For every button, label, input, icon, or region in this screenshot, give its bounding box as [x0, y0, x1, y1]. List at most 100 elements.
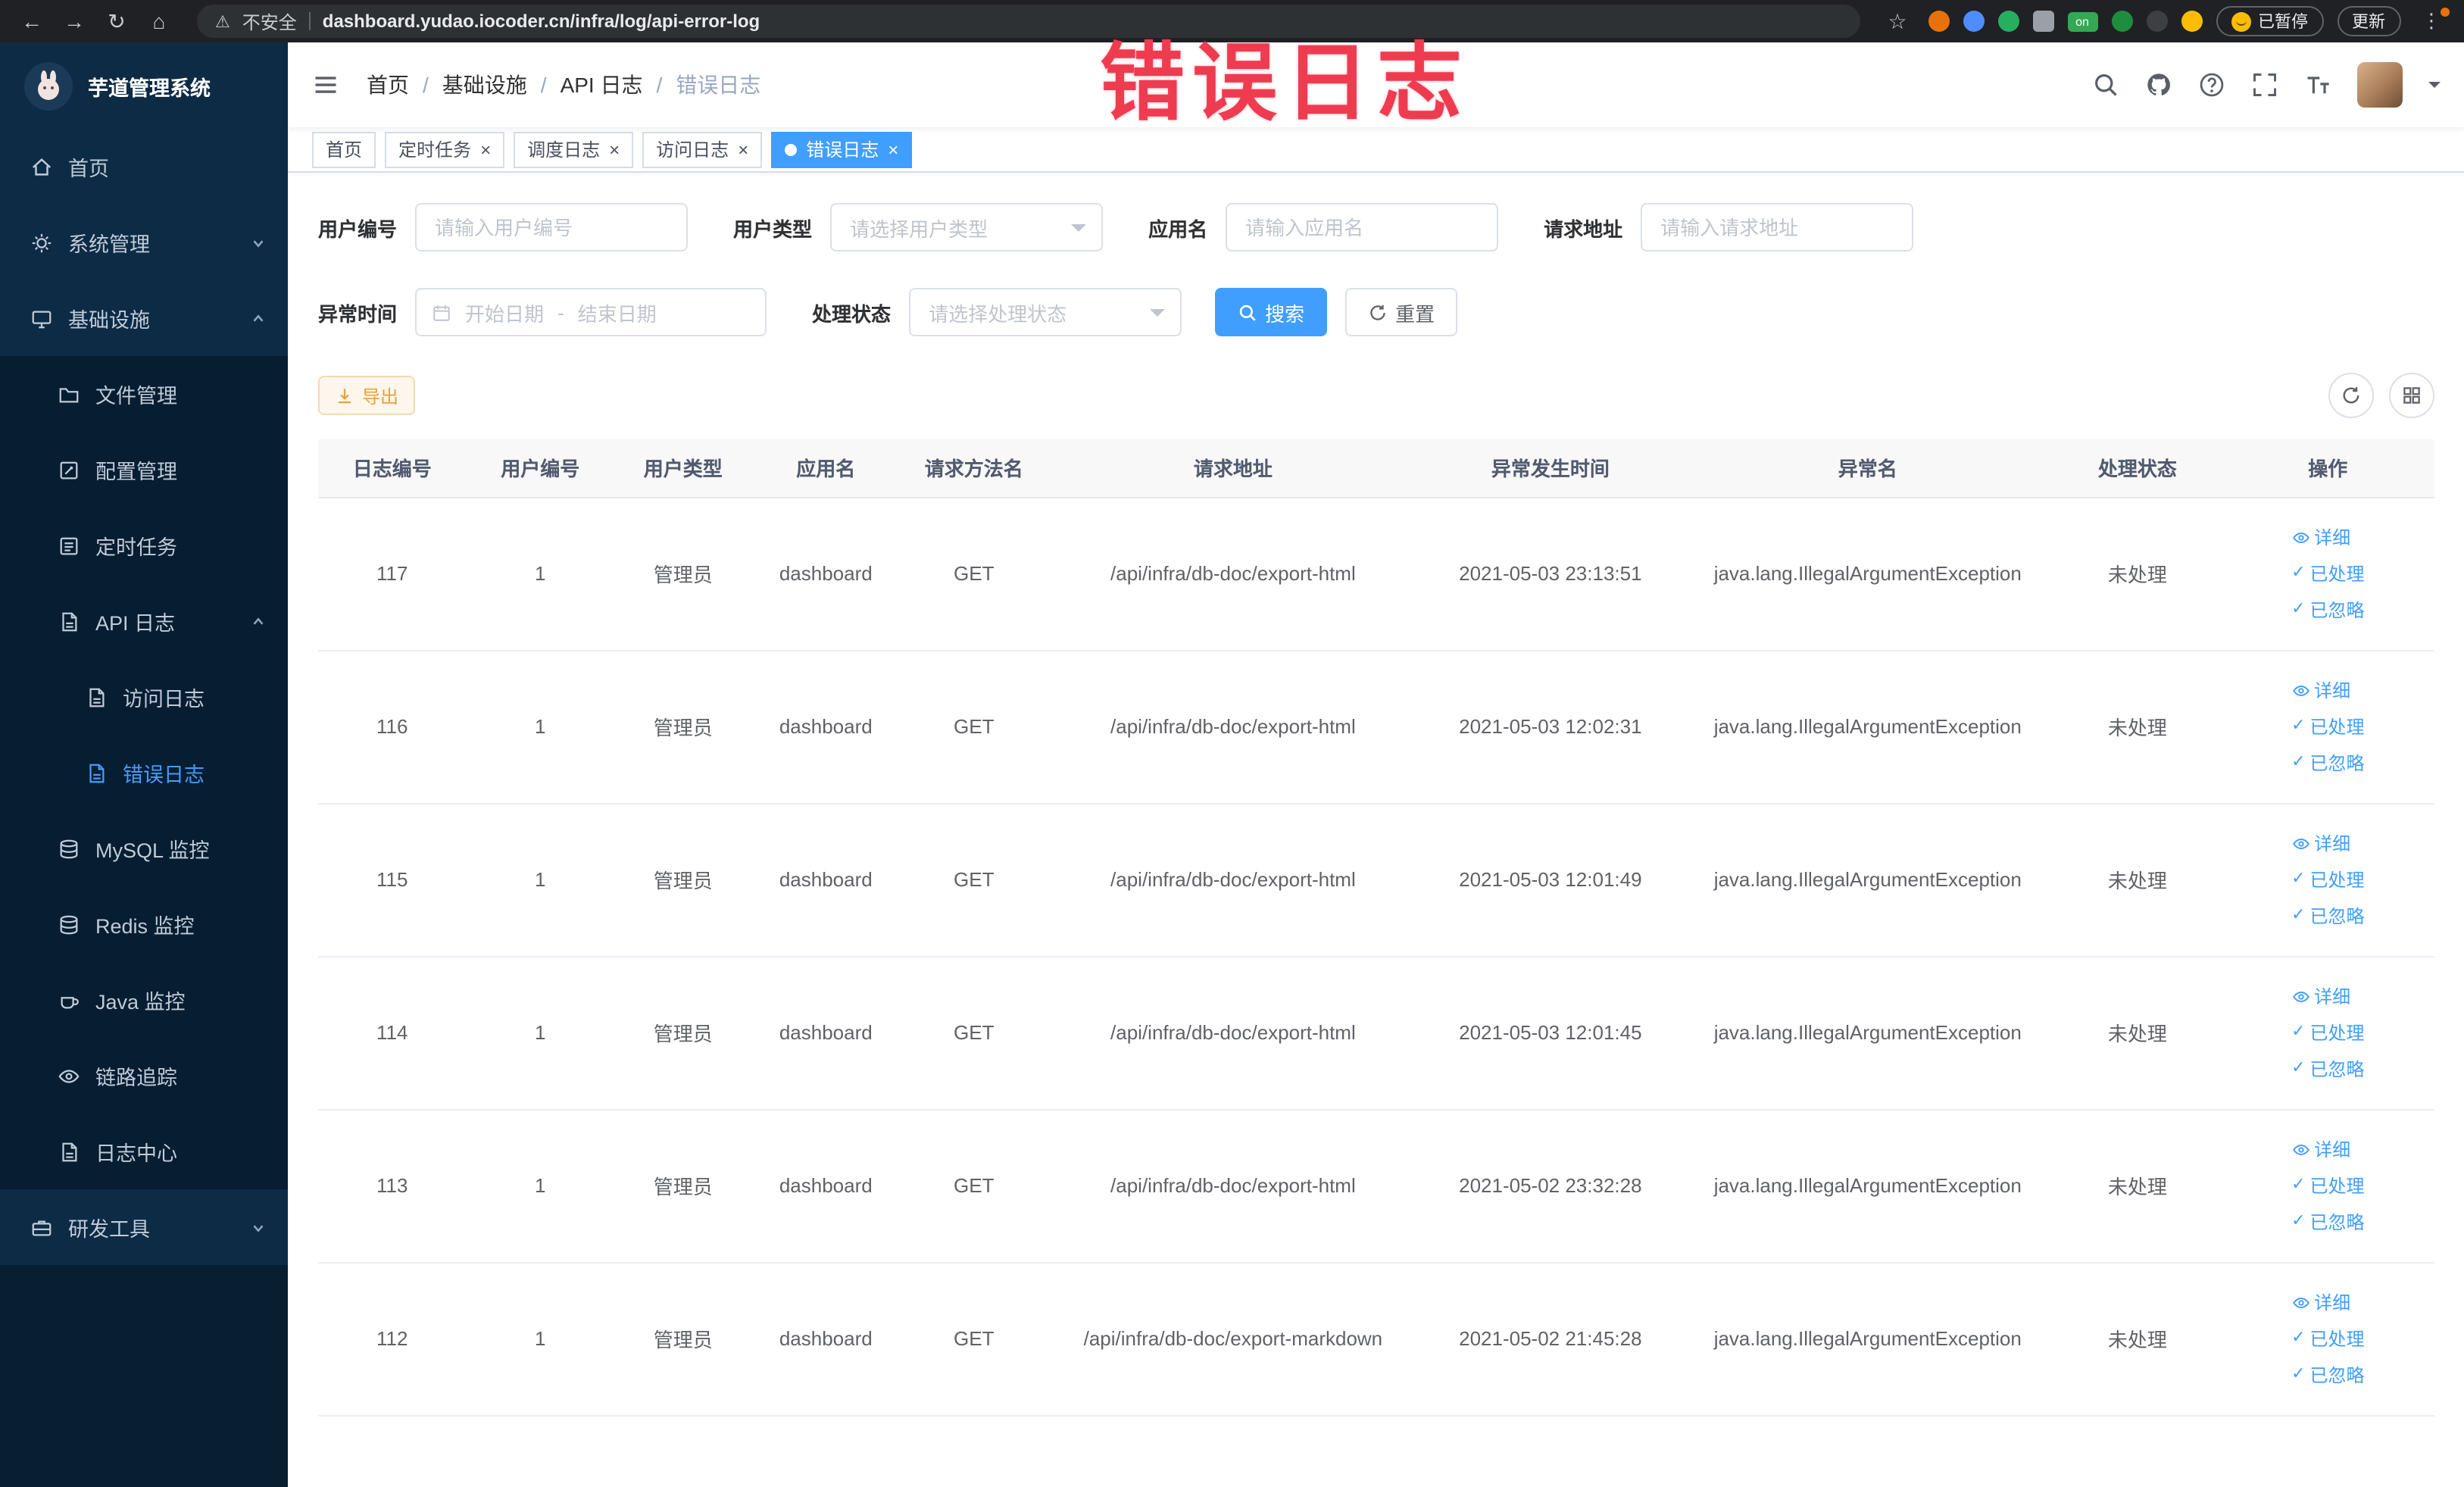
- process-status-select[interactable]: 请选择处理状态: [909, 288, 1182, 336]
- sidebar-item-config-management[interactable]: 配置管理: [0, 432, 288, 508]
- sidebar-item-home[interactable]: 首页: [0, 129, 288, 205]
- eye-icon: [2292, 532, 2309, 542]
- ignored-link[interactable]: ✓ 已忽略: [2291, 750, 2364, 776]
- extension-icon[interactable]: [2111, 11, 2132, 32]
- tab-error-log[interactable]: 错误日志 ×: [771, 131, 913, 167]
- ignored-label: 已忽略: [2309, 1059, 2365, 1080]
- browser-back-button[interactable]: ←: [15, 9, 48, 33]
- breadcrumb-infrastructure[interactable]: 基础设施: [442, 70, 527, 100]
- sidebar-item-dev-tools[interactable]: 研发工具: [0, 1189, 288, 1265]
- cell-log-id: 117: [318, 497, 467, 651]
- extension-icon[interactable]: [2146, 11, 2167, 32]
- detail-link[interactable]: 详细: [2291, 830, 2350, 856]
- reset-button[interactable]: 重置: [1345, 288, 1458, 336]
- browser-toolbar: ← → ↻ ⌂ ⚠ 不安全 dashboard.yudao.iocoder.cn…: [0, 0, 2464, 42]
- cell-request-url: /api/infra/db-doc/export-html: [1048, 497, 1419, 651]
- hamburger-icon[interactable]: [312, 71, 339, 98]
- search-button[interactable]: 搜索: [1215, 288, 1328, 336]
- user-id-input[interactable]: [415, 203, 689, 251]
- extensions-puzzle-icon[interactable]: [2032, 11, 2053, 32]
- close-icon[interactable]: ×: [480, 140, 491, 158]
- sidebar-item-label: 访问日志: [123, 688, 205, 711]
- detail-link[interactable]: 详细: [2291, 983, 2350, 1009]
- sidebar-item-system-management[interactable]: 系统管理: [0, 205, 288, 280]
- ignored-link[interactable]: ✓ 已忽略: [2291, 1362, 2364, 1388]
- github-icon[interactable]: [2144, 71, 2172, 98]
- close-icon[interactable]: ×: [738, 140, 748, 158]
- detail-label: 详细: [2314, 986, 2351, 1007]
- security-label: 不安全: [242, 11, 297, 33]
- refresh-table-button[interactable]: [2328, 373, 2373, 418]
- processed-link[interactable]: ✓ 已处理: [2291, 867, 2364, 892]
- ignored-link[interactable]: ✓ 已忽略: [2291, 903, 2364, 929]
- detail-link[interactable]: 详细: [2291, 1289, 2350, 1315]
- ignored-link[interactable]: ✓ 已忽略: [2291, 597, 2364, 623]
- chevron-up-icon: [253, 617, 264, 624]
- bookmark-star-icon[interactable]: ☆: [1881, 8, 1914, 34]
- breadcrumb-home[interactable]: 首页: [367, 70, 409, 100]
- help-icon[interactable]: [2197, 71, 2225, 98]
- close-icon[interactable]: ×: [609, 140, 620, 158]
- export-button[interactable]: 导出: [318, 376, 416, 415]
- update-button[interactable]: 更新: [2337, 6, 2400, 36]
- address-bar[interactable]: ⚠ 不安全 dashboard.yudao.iocoder.cn/infra/l…: [197, 5, 1860, 38]
- sidebar-filler: [0, 1265, 288, 1487]
- tab-home[interactable]: 首页: [312, 131, 376, 167]
- fullscreen-icon[interactable]: [2250, 71, 2278, 98]
- processed-link[interactable]: ✓ 已处理: [2291, 714, 2364, 739]
- sidebar-item-tracing[interactable]: 链路追踪: [0, 1038, 288, 1114]
- sidebar-item-scheduled-tasks[interactable]: 定时任务: [0, 508, 288, 583]
- extension-on-badge[interactable]: on: [2067, 11, 2097, 31]
- exception-time-range-picker[interactable]: 开始日期 - 结束日期: [415, 288, 767, 336]
- ignored-link[interactable]: ✓ 已忽略: [2291, 1056, 2364, 1082]
- tab-label: 首页: [326, 139, 363, 161]
- sidebar-item-java-monitor[interactable]: Java 监控: [0, 962, 288, 1038]
- eye-icon: [2292, 685, 2309, 695]
- browser-reload-button[interactable]: ↻: [100, 8, 133, 34]
- user-type-select[interactable]: 请选择用户类型: [830, 203, 1104, 251]
- processed-label: 已处理: [2309, 717, 2365, 738]
- cell-exception-time: 2021-05-03 12:01:45: [1418, 956, 1683, 1110]
- cell-exception-name: java.lang.IllegalArgumentException: [1682, 650, 2053, 804]
- sidebar-item-access-log[interactable]: 访问日志: [0, 659, 288, 735]
- avatar-caret-icon[interactable]: [2428, 82, 2440, 94]
- cell-method: GET: [900, 803, 1048, 957]
- detail-link[interactable]: 详细: [2291, 1136, 2350, 1162]
- close-icon[interactable]: ×: [888, 140, 898, 158]
- app-title: 芋道管理系统: [88, 77, 211, 99]
- browser-forward-button[interactable]: →: [58, 9, 91, 33]
- ignored-link[interactable]: ✓ 已忽略: [2291, 1209, 2364, 1235]
- processed-link[interactable]: ✓ 已处理: [2291, 561, 2364, 586]
- sidebar-item-redis-monitor[interactable]: Redis 监控: [0, 886, 288, 962]
- app-name-input[interactable]: [1226, 203, 1499, 251]
- breadcrumb-api-logs[interactable]: API 日志: [561, 70, 643, 100]
- end-date-placeholder: 结束日期: [577, 302, 657, 325]
- sidebar-item-log-center[interactable]: 日志中心: [0, 1114, 288, 1189]
- tab-schedule-log[interactable]: 调度日志 ×: [514, 131, 634, 167]
- sidebar-item-api-logs[interactable]: API 日志: [0, 583, 288, 659]
- cell-app-name: dashboard: [751, 956, 901, 1110]
- tab-scheduled-tasks[interactable]: 定时任务 ×: [385, 131, 505, 167]
- user-avatar[interactable]: [2356, 62, 2402, 108]
- sidebar-item-infrastructure[interactable]: 基础设施: [0, 280, 288, 356]
- sidebar-item-file-management[interactable]: 文件管理: [0, 356, 288, 432]
- extension-icon[interactable]: [1997, 11, 2019, 32]
- profile-avatar-icon[interactable]: [2181, 11, 2202, 32]
- extension-icon[interactable]: [1928, 11, 1949, 32]
- processed-link[interactable]: ✓ 已处理: [2291, 1326, 2364, 1351]
- sidebar-item-error-log[interactable]: 错误日志: [0, 735, 288, 811]
- processed-link[interactable]: ✓ 已处理: [2291, 1173, 2364, 1198]
- extension-icon[interactable]: [1963, 11, 1984, 32]
- detail-link[interactable]: 详细: [2291, 677, 2350, 703]
- column-settings-button[interactable]: [2388, 373, 2434, 418]
- request-url-input[interactable]: [1641, 203, 1914, 251]
- font-size-icon[interactable]: [2303, 71, 2331, 98]
- search-icon[interactable]: [2091, 71, 2119, 98]
- processed-link[interactable]: ✓ 已处理: [2291, 1020, 2364, 1045]
- sidebar-item-mysql-monitor[interactable]: MySQL 监控: [0, 811, 288, 886]
- browser-home-button[interactable]: ⌂: [142, 9, 176, 33]
- browser-menu-icon[interactable]: ⋮: [2414, 8, 2449, 33]
- tab-access-log[interactable]: 访问日志 ×: [642, 131, 763, 167]
- detail-link[interactable]: 详细: [2291, 524, 2350, 550]
- profile-paused-badge[interactable]: 已暂停: [2216, 6, 2323, 36]
